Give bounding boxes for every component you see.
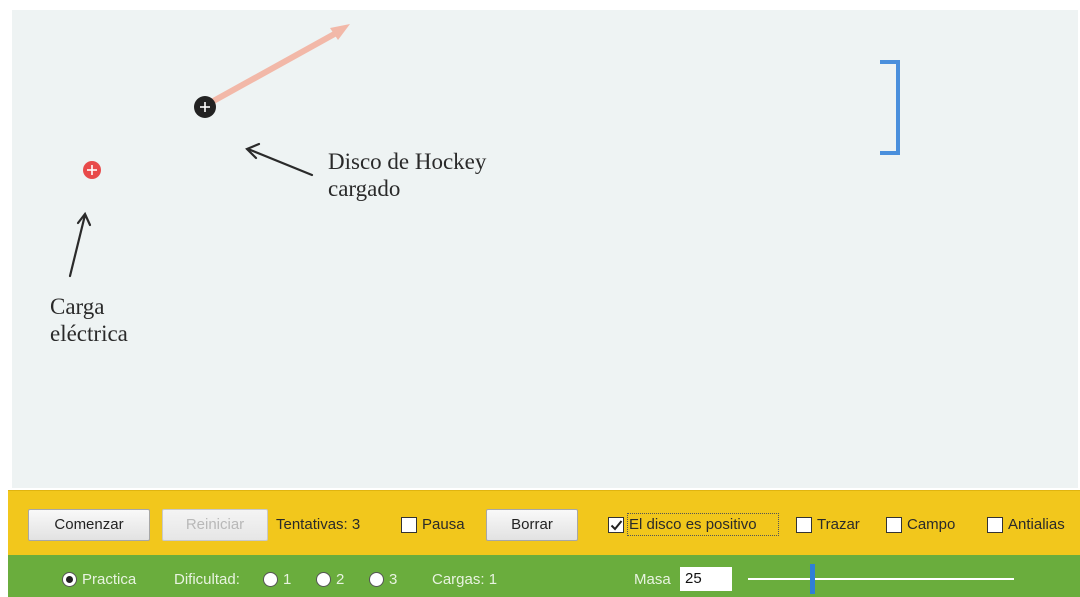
antialias-label[interactable]: Antialias: [1008, 516, 1065, 533]
control-toolbar: Comenzar Reiniciar Tentativas: 3 Pausa B…: [8, 490, 1080, 555]
mass-input[interactable]: 25: [680, 567, 732, 591]
mass-slider-thumb[interactable]: [810, 564, 815, 594]
start-button[interactable]: Comenzar: [28, 509, 150, 541]
positive-puck-checkbox[interactable]: [608, 517, 624, 533]
difficulty-label: Dificultad:: [174, 571, 240, 588]
clear-button[interactable]: Borrar: [486, 509, 578, 541]
antialias-checkbox[interactable]: [987, 517, 1003, 533]
electric-charge[interactable]: [83, 161, 101, 179]
charge-annotation: Carga eléctrica: [50, 294, 128, 346]
settings-bar: Practica Dificultad: 1 2 3 Cargas: 1 Mas…: [8, 555, 1080, 597]
difficulty-option-2[interactable]: 2: [336, 571, 344, 588]
puck-annotation: Disco de Hockey cargado: [328, 149, 487, 201]
trace-label[interactable]: Trazar: [817, 516, 860, 533]
difficulty-option-3[interactable]: 3: [389, 571, 397, 588]
difficulty-radio-2[interactable]: [316, 572, 331, 587]
pause-checkbox[interactable]: [401, 517, 417, 533]
restart-button[interactable]: Reiniciar: [162, 509, 268, 541]
field-checkbox[interactable]: [886, 517, 902, 533]
velocity-arrow[interactable]: [205, 24, 350, 107]
charges-counter: Cargas: 1: [432, 571, 498, 588]
field-label[interactable]: Campo: [907, 516, 955, 533]
puck-pointer-arrow: [245, 142, 314, 177]
trace-checkbox[interactable]: [796, 517, 812, 533]
practice-radio[interactable]: [62, 572, 77, 587]
practice-label[interactable]: Practica: [82, 571, 136, 588]
hockey-puck[interactable]: [194, 96, 216, 118]
charge-pointer-arrow: [68, 211, 92, 278]
attempts-counter: Tentativas: 3: [276, 516, 361, 533]
play-field[interactable]: Disco de Hockey cargado Carga eléctrica: [12, 10, 1078, 488]
positive-puck-label[interactable]: El disco es positivo: [629, 516, 757, 533]
mass-label: Masa: [634, 571, 671, 588]
goal: [880, 60, 900, 155]
pause-label[interactable]: Pausa: [422, 516, 465, 533]
difficulty-radio-3[interactable]: [369, 572, 384, 587]
checkmark-icon: [610, 520, 623, 531]
play-field-canvas: [68, 24, 900, 278]
mass-slider-track[interactable]: [748, 578, 1014, 580]
difficulty-radio-1[interactable]: [263, 572, 278, 587]
difficulty-option-1[interactable]: 1: [283, 571, 291, 588]
